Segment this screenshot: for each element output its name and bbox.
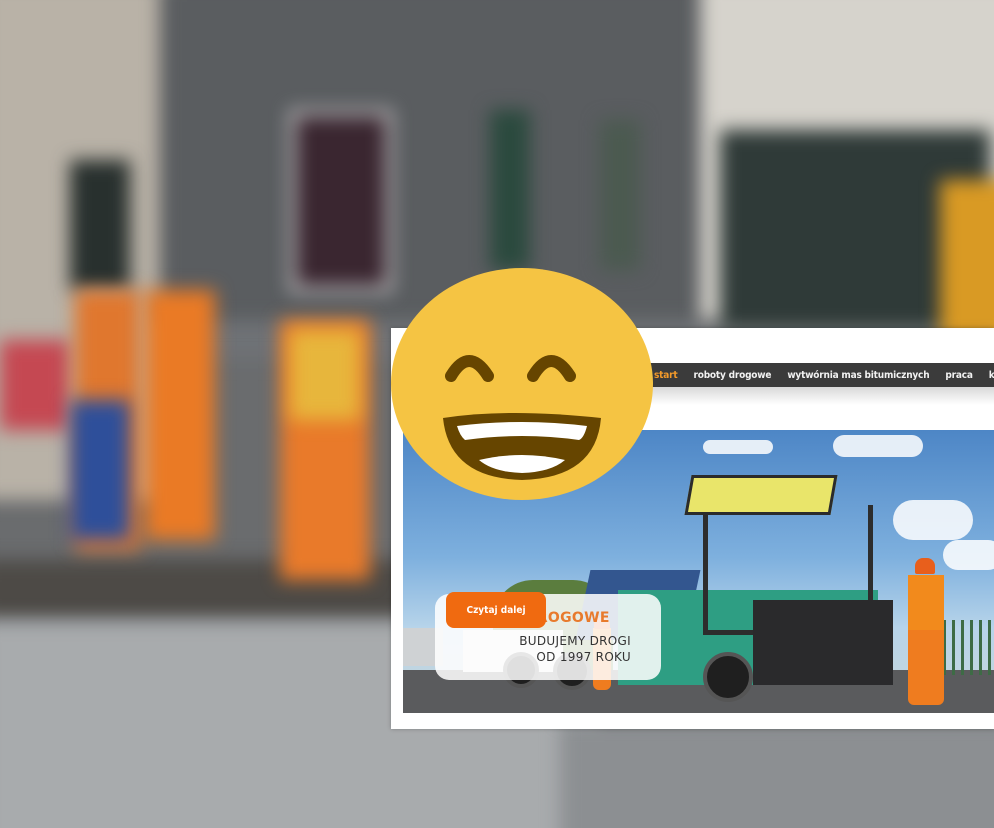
nav-item-roboty-drogowe[interactable]: roboty drogowe [685,370,779,381]
nav-item-kontakt[interactable]: kontakt [981,370,994,381]
worker-image [908,575,944,705]
hero-subtitle-line1: BUDUJEMY DROGI [519,634,631,648]
nav-item-wytwornia[interactable]: wytwórnia mas bitumicznych [779,370,937,381]
main-navigation: start roboty drogowe wytwórnia mas bitum… [646,363,994,387]
nav-item-praca[interactable]: praca [937,370,980,381]
nav-shadow [646,387,994,405]
hero-subtitle-line2: OD 1997 ROKU [536,650,631,664]
read-more-button[interactable]: Czytaj dalej [446,592,546,628]
grinning-face-with-smiling-eyes-icon [391,268,653,500]
